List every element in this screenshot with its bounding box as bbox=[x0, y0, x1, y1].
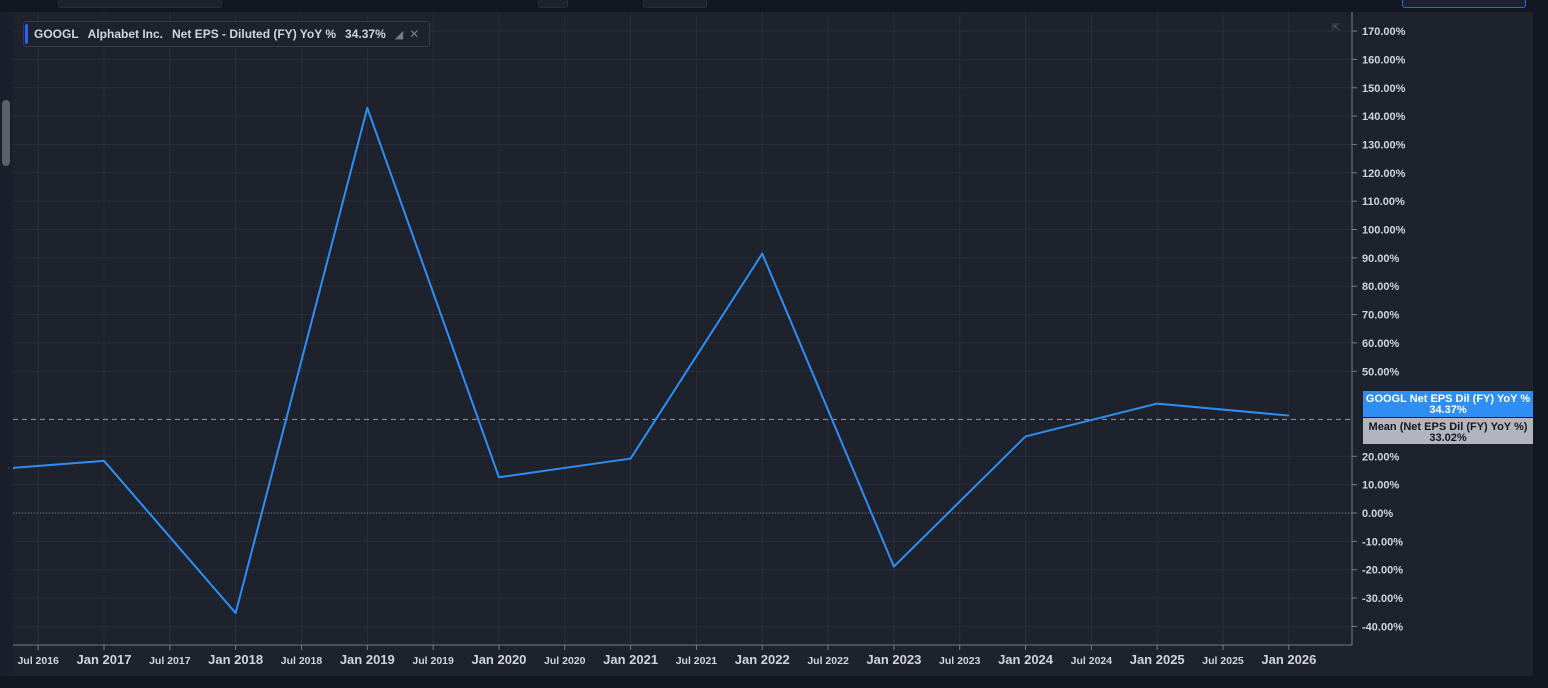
y-tick-label: 100.00% bbox=[1362, 225, 1406, 237]
y-tick-label: 90.00% bbox=[1362, 253, 1400, 265]
y-tick-label: -30.00% bbox=[1362, 593, 1403, 605]
price-labels: GOOGL Net EPS Dil (FY) YoY %34.37%Mean (… bbox=[1363, 391, 1533, 444]
y-tick-label: 120.00% bbox=[1362, 168, 1406, 180]
data-point bbox=[761, 253, 763, 255]
data-point bbox=[8, 467, 10, 469]
mean-label-value: 33.02% bbox=[1429, 432, 1467, 444]
close-icon[interactable]: ✕ bbox=[409, 27, 419, 41]
data-point bbox=[630, 458, 632, 460]
y-tick-label: 50.00% bbox=[1362, 366, 1400, 378]
reference-lines bbox=[13, 418, 1352, 514]
data-point bbox=[498, 476, 500, 478]
x-tick-label: Jul 2019 bbox=[412, 655, 454, 667]
x-tick-label: Jul 2018 bbox=[281, 655, 323, 667]
y-tick-label: 0.00% bbox=[1362, 508, 1393, 520]
x-tick-label: Jul 2021 bbox=[676, 655, 718, 667]
legend-value: 34.37% bbox=[345, 27, 386, 41]
y-axis: 170.00% 160.00% 150.00% 140.00% 130.00% 120.0… bbox=[1351, 12, 1406, 645]
x-tick-label: Jan 2018 bbox=[208, 652, 263, 667]
y-tick-label: 10.00% bbox=[1362, 480, 1400, 492]
y-tick-label: 170.00% bbox=[1362, 26, 1406, 38]
x-axis: Jul 2016 Jan 2017 Jul 2017 Jan 2018 Jul 2018… bbox=[13, 644, 1352, 667]
legend-accent bbox=[25, 24, 28, 44]
grid-lines bbox=[13, 12, 1352, 645]
x-tick-label: Jan 2021 bbox=[603, 652, 658, 667]
x-tick-label: Jul 2022 bbox=[807, 655, 849, 667]
data-point bbox=[1156, 403, 1158, 405]
y-tick-label: 140.00% bbox=[1362, 111, 1406, 123]
x-tick-label: Jan 2023 bbox=[866, 652, 921, 667]
data-point bbox=[235, 612, 237, 614]
legend-metric: Net EPS - Diluted (FY) YoY % bbox=[172, 27, 337, 41]
last-value-label-value: 34.37% bbox=[1429, 404, 1467, 416]
y-tick-label: 130.00% bbox=[1362, 139, 1406, 151]
data-point bbox=[366, 107, 368, 109]
x-tick-label: Jan 2026 bbox=[1261, 652, 1316, 667]
y-tick-label: 70.00% bbox=[1362, 310, 1400, 322]
legend-symbol[interactable]: GOOGL bbox=[34, 27, 79, 41]
y-tick-label: 150.00% bbox=[1362, 83, 1406, 95]
legend-company: Alphabet Inc. bbox=[87, 27, 164, 41]
data-point bbox=[103, 460, 105, 462]
x-tick-label: Jul 2016 bbox=[17, 655, 59, 667]
x-tick-label: Jan 2019 bbox=[340, 652, 395, 667]
y-tick-label: -10.00% bbox=[1362, 536, 1403, 548]
x-tick-label: Jan 2024 bbox=[998, 652, 1054, 667]
y-tick-label: -40.00% bbox=[1362, 621, 1403, 633]
y-tick-label: 80.00% bbox=[1362, 281, 1400, 293]
y-tick-label: 60.00% bbox=[1362, 338, 1400, 350]
x-tick-label: Jul 2020 bbox=[544, 655, 586, 667]
x-tick-label: Jul 2024 bbox=[1071, 655, 1113, 667]
expand-icon[interactable]: ⇱ bbox=[1332, 23, 1340, 34]
x-tick-label: Jan 2017 bbox=[77, 652, 132, 667]
x-tick-label: Jul 2023 bbox=[939, 655, 981, 667]
series-layer bbox=[8, 106, 1290, 615]
x-tick-label: Jan 2022 bbox=[735, 652, 790, 667]
y-tick-label: -20.00% bbox=[1362, 565, 1403, 577]
series-line bbox=[13, 106, 1289, 615]
y-tick-label: 110.00% bbox=[1362, 196, 1405, 208]
data-point bbox=[893, 566, 895, 568]
chart-settings-icon[interactable]: ◢ bbox=[395, 28, 403, 41]
x-tick-label: Jul 2025 bbox=[1202, 655, 1244, 667]
series-legend[interactable]: GOOGL Alphabet Inc. Net EPS - Diluted (F… bbox=[23, 21, 431, 47]
x-tick-label: Jan 2020 bbox=[471, 652, 526, 667]
x-tick-label: Jul 2017 bbox=[149, 655, 191, 667]
data-point bbox=[1025, 435, 1027, 437]
data-point bbox=[1288, 415, 1290, 417]
y-tick-label: 160.00% bbox=[1362, 54, 1406, 66]
line-chart[interactable]: 170.00% 160.00% 150.00% 140.00% 130.00% 120.0… bbox=[0, 0, 1548, 688]
x-tick-label: Jan 2025 bbox=[1130, 652, 1185, 667]
y-tick-label: 20.00% bbox=[1362, 451, 1400, 463]
